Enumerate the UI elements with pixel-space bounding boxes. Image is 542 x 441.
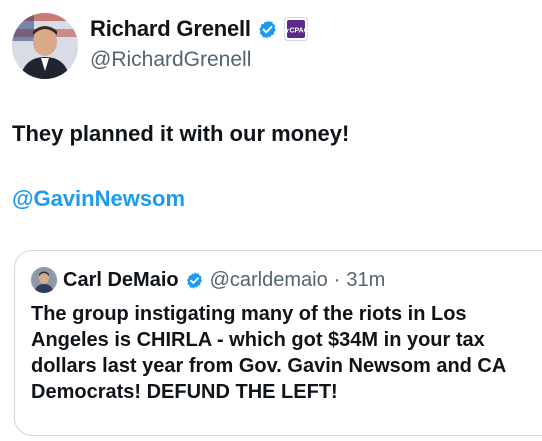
quoted-author-handle[interactable]: @carldemaio (210, 269, 328, 292)
quoted-tweet[interactable]: Carl DeMaio @carldemaio · 31m The group … (14, 250, 542, 436)
quoted-text: The group instigating many of the riots … (31, 303, 506, 403)
author-name-row: Richard Grenell ★CPAC (90, 16, 309, 42)
cpac-badge-icon[interactable]: ★CPAC (283, 17, 309, 41)
cpac-badge-label: ★CPAC (284, 27, 308, 35)
quoted-timestamp[interactable]: 31m (346, 269, 385, 292)
quoted-avatar[interactable] (31, 267, 57, 293)
author-name[interactable]: Richard Grenell (90, 16, 251, 42)
quoted-author-name[interactable]: Carl DeMaio (63, 269, 179, 292)
quoted-separator: · (333, 268, 341, 291)
mention-link[interactable]: @GavinNewsom (12, 186, 185, 212)
author-avatar[interactable] (12, 13, 78, 79)
author-handle[interactable]: @RichardGrenell (90, 48, 251, 72)
quoted-header: Carl DeMaio @carldemaio · 31m (31, 267, 385, 293)
verified-badge-icon (186, 271, 202, 289)
tweet-text: They planned it with our money! (12, 121, 350, 146)
verified-badge-icon (259, 19, 276, 39)
tweet[interactable]: Richard Grenell ★CPAC @RichardGrenell Th… (0, 0, 542, 441)
